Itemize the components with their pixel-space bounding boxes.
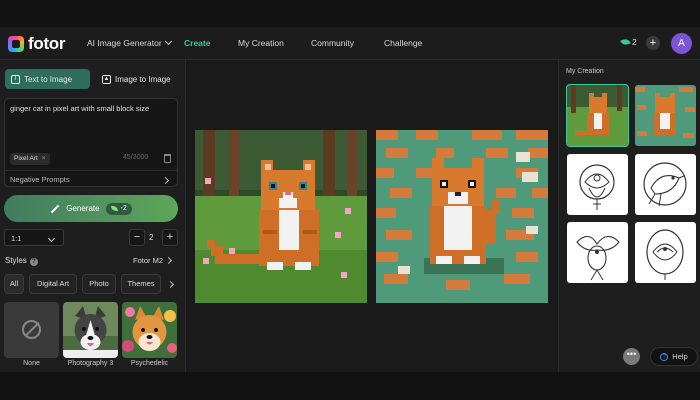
image-count: 2	[149, 233, 154, 242]
help-icon[interactable]: ?	[29, 258, 38, 266]
decrement-button[interactable]: −	[129, 229, 145, 246]
credit-cost: -2	[120, 204, 127, 212]
credit-leaf-icon	[620, 37, 631, 47]
thumb-pixel-cat-forest	[567, 85, 628, 146]
my-creation-title: My Creation	[566, 68, 604, 75]
nav-community[interactable]: Community	[311, 38, 354, 48]
prompt-text[interactable]: ginger cat in pixel art with small block…	[10, 104, 149, 113]
filter-digital-art[interactable]: Digital Art	[29, 274, 77, 294]
tab-text-to-image[interactable]: T Text to Image	[5, 69, 90, 89]
help-button[interactable]: ? Help	[650, 347, 698, 366]
none-icon	[22, 320, 41, 339]
close-icon[interactable]: ×	[42, 155, 46, 162]
generated-image-1[interactable]	[195, 130, 367, 303]
filter-all[interactable]: All	[4, 274, 24, 294]
style-name: None	[23, 360, 40, 367]
help-icon: ?	[660, 352, 669, 361]
generate-label: Generate	[66, 204, 100, 213]
pixel-cat-forest	[195, 130, 367, 303]
chevron-right-icon[interactable]	[166, 280, 175, 289]
tab-label: Text to Image	[24, 74, 73, 84]
shiba-thumbnail	[122, 302, 177, 358]
chevron-down-icon	[47, 234, 56, 243]
more-options-button[interactable]: •••	[623, 348, 640, 365]
negative-prompts-row[interactable]: Negative Prompts	[5, 170, 177, 187]
increment-button[interactable]: +	[162, 229, 178, 246]
styles-label: Styles	[5, 256, 27, 265]
nav-challenge[interactable]: Challenge	[384, 38, 422, 48]
chevron-down-icon	[164, 37, 172, 46]
bottom-letterbox	[0, 372, 700, 400]
add-credits-button[interactable]: +	[646, 36, 660, 50]
logo-text: fotor	[28, 34, 66, 53]
leaf-icon	[110, 206, 118, 211]
negative-prompts-label: Negative Prompts	[10, 175, 70, 184]
magic-wand-icon	[50, 204, 60, 213]
styles-heading: Styles?	[5, 256, 38, 266]
aspect-ratio-select[interactable]: 1:1	[4, 229, 64, 246]
image-icon: ▲	[102, 74, 111, 84]
chip-label: Pixel Art	[14, 155, 38, 162]
right-panel: My Creation ••• ? Help	[558, 60, 700, 372]
style-chip[interactable]: Pixel Art ×	[10, 153, 50, 165]
creation-thumbnail[interactable]	[567, 222, 628, 283]
top-header: fotor AI Image Generator Create My Creat…	[0, 27, 700, 60]
creation-thumbnail[interactable]	[566, 84, 629, 147]
filter-photo[interactable]: Photo	[82, 274, 116, 294]
chevron-right-icon	[164, 256, 173, 265]
aspect-ratio-value: 1:1	[11, 234, 22, 243]
credit-cost-badge: -2	[105, 202, 132, 215]
creation-thumbnail[interactable]	[635, 154, 696, 215]
prompt-input[interactable]: ginger cat in pixel art with small block…	[4, 98, 178, 187]
chevron-right-icon	[161, 176, 170, 185]
style-card-photography-3[interactable]	[63, 302, 118, 358]
help-label: Help	[672, 352, 688, 361]
style-card-psychedelic[interactable]	[122, 302, 177, 358]
thumb-line-art-bird	[567, 154, 628, 215]
style-card-none[interactable]	[4, 302, 59, 358]
nav-create[interactable]: Create	[184, 38, 210, 48]
tab-label: Image to Image	[115, 74, 171, 84]
thumb-line-art-bird	[567, 222, 628, 283]
fotor-logo[interactable]: fotor	[8, 34, 66, 54]
nav-my-creation[interactable]: My Creation	[238, 38, 284, 48]
creation-thumbnail[interactable]	[635, 85, 696, 146]
credit-count[interactable]: 2	[632, 37, 637, 47]
filter-themes[interactable]: Themes	[121, 274, 161, 294]
husky-thumbnail	[63, 302, 118, 358]
model-label: Fotor M2	[133, 256, 164, 265]
model-select[interactable]: Fotor M2	[133, 256, 163, 265]
style-name: Photography 3	[67, 360, 114, 367]
main-canvas	[186, 60, 558, 372]
trash-icon[interactable]	[164, 154, 171, 163]
pixel-cat-blocks	[376, 130, 548, 303]
tab-image-to-image[interactable]: ▲ Image to Image	[96, 69, 178, 89]
top-letterbox	[0, 0, 700, 27]
thumb-line-art-bird	[635, 222, 696, 283]
creation-thumbnail[interactable]	[635, 222, 696, 283]
thumb-pixel-cat-blocks	[635, 85, 696, 146]
text-icon: T	[11, 74, 20, 84]
left-panel: T Text to Image ▲ Image to Image ginger …	[0, 60, 186, 372]
generate-button[interactable]: Generate -2	[4, 195, 178, 222]
avatar[interactable]: A	[671, 33, 692, 54]
generated-image-2[interactable]	[376, 130, 548, 303]
thumb-line-art-bird	[635, 154, 696, 215]
logo-icon	[8, 36, 24, 52]
style-name: Psychedelic	[130, 360, 169, 367]
creation-thumbnail[interactable]	[567, 154, 628, 215]
nav-label: AI Image Generator	[87, 38, 162, 48]
char-counter: 45/3000	[123, 154, 149, 161]
nav-ai-image-generator[interactable]: AI Image Generator	[87, 37, 172, 48]
